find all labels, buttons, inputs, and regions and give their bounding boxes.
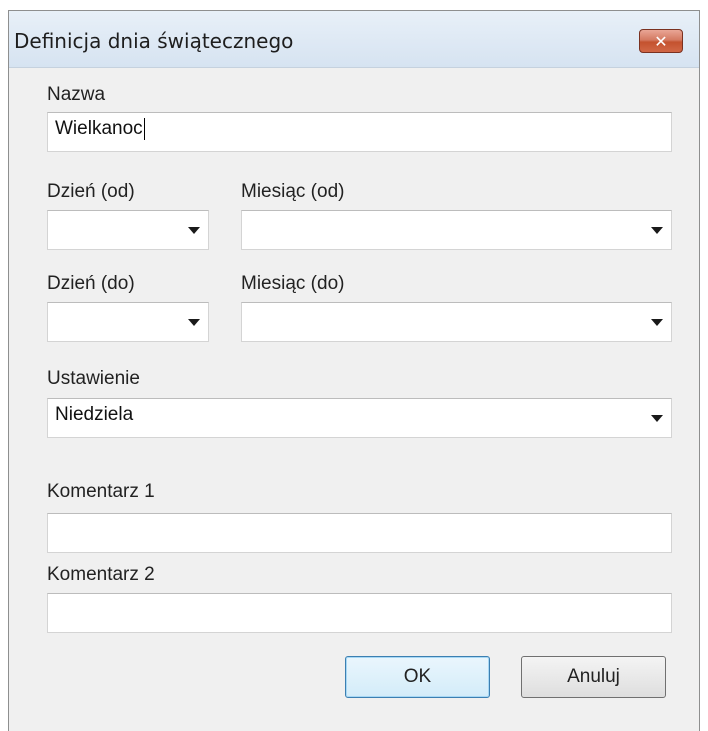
month-to-dropdown[interactable] <box>241 302 672 342</box>
chevron-down-icon <box>188 227 200 234</box>
chevron-down-icon <box>651 319 663 326</box>
name-input[interactable]: Wielkanoc <box>47 112 672 152</box>
day-from-label: Dzień (od) <box>47 181 135 202</box>
name-input-value: Wielkanoc <box>55 118 143 140</box>
day-from-dropdown[interactable] <box>47 210 209 250</box>
day-to-label: Dzień (do) <box>47 273 135 294</box>
window-title: Definicja dnia świątecznego <box>14 29 294 53</box>
name-label: Nazwa <box>47 84 106 105</box>
dialog-window: Definicja dnia świątecznego ✕ Nazwa Wiel… <box>8 10 700 731</box>
close-button[interactable]: ✕ <box>639 29 683 53</box>
month-from-dropdown[interactable] <box>241 210 672 250</box>
setting-dropdown[interactable]: Niedziela <box>47 398 672 438</box>
comment1-input[interactable] <box>47 513 672 553</box>
ok-button-label: OK <box>403 666 432 687</box>
comment2-input[interactable] <box>47 593 672 633</box>
ok-button[interactable]: OK <box>345 656 490 698</box>
chevron-down-icon <box>188 319 200 326</box>
title-bar[interactable]: Definicja dnia świątecznego ✕ <box>9 11 699 68</box>
chevron-down-icon <box>651 415 663 422</box>
comment1-label: Komentarz 1 <box>47 481 155 502</box>
cancel-button[interactable]: Anuluj <box>521 656 666 698</box>
month-from-label: Miesiąc (od) <box>241 181 345 202</box>
cancel-button-label: Anuluj <box>567 666 620 687</box>
close-icon: ✕ <box>654 31 668 51</box>
setting-value: Niedziela <box>55 404 134 425</box>
month-to-label: Miesiąc (do) <box>241 273 345 294</box>
day-to-dropdown[interactable] <box>47 302 209 342</box>
chevron-down-icon <box>651 227 663 234</box>
setting-label: Ustawienie <box>47 368 140 389</box>
text-cursor <box>143 118 145 140</box>
comment2-label: Komentarz 2 <box>47 564 155 585</box>
